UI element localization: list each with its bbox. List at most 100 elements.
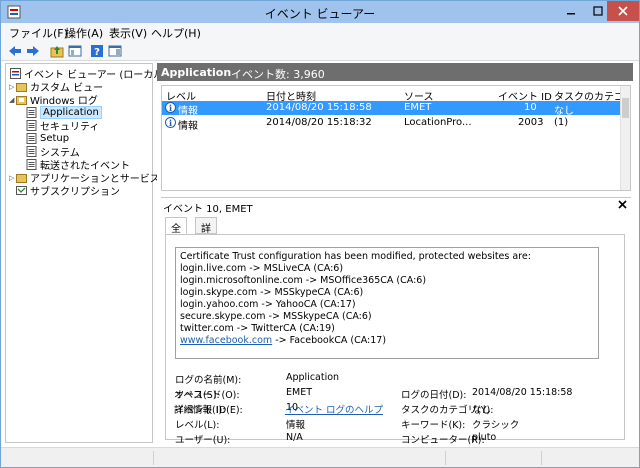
event-viewer-icon — [10, 68, 21, 79]
tab-general[interactable]: 全般 — [165, 217, 187, 250]
user-label: ユーザー(U): — [175, 435, 231, 446]
logged-label: ログの日付(D): — [401, 390, 467, 401]
back-button[interactable] — [7, 43, 23, 59]
log-name-value: Application — [286, 372, 340, 383]
up-folder-button[interactable] — [49, 43, 65, 59]
folder-icon — [16, 83, 27, 92]
event-list: レベル 日付と時刻 ソース イベント ID タスクのカテゴリ i 情報 2014… — [161, 85, 631, 191]
help-button[interactable]: ? — [89, 43, 105, 59]
maximize-icon — [592, 6, 603, 16]
close-icon — [618, 200, 627, 209]
status-bar — [1, 447, 639, 467]
forward-arrow-icon — [27, 46, 39, 56]
table-row[interactable]: i 情報 2014/08/20 15:18:32 LocationPro... … — [162, 116, 622, 132]
scrollbar-thumb[interactable] — [622, 98, 629, 118]
help-icon: ? — [91, 45, 103, 58]
log-icon — [26, 159, 37, 170]
close-detail-button[interactable] — [618, 198, 627, 212]
svg-text:i: i — [169, 118, 172, 128]
log-icon — [26, 120, 37, 131]
tree-log-label: セキュリティ — [40, 122, 100, 133]
tree-windows-logs[interactable]: ◢ Windows ログ — [9, 93, 98, 108]
level-value: 情報 — [286, 420, 306, 431]
message-line: secure.skype.com -> MSSkypeCA (CA:6) — [180, 311, 372, 322]
action-pane-icon — [108, 45, 122, 57]
row-task-category: なし — [554, 106, 574, 117]
user-value: N/A — [286, 432, 303, 443]
menu-file[interactable]: ファイル(F) — [9, 25, 68, 41]
title-bar[interactable]: イベント ビューアー — [1, 1, 639, 23]
row-level: 情報 — [178, 106, 198, 117]
svg-text:?: ? — [94, 47, 100, 58]
console-tree: イベント ビューアー (ローカル) ▷ カスタム ビュー ◢ Windows ロ… — [5, 63, 183, 443]
close-icon — [618, 6, 628, 16]
event-list-scrollbar[interactable] — [620, 86, 630, 190]
task-category-value: なし — [472, 405, 492, 416]
menu-help[interactable]: ヘルプ(H) — [151, 25, 201, 41]
message-line: Certificate Trust configuration has been… — [180, 251, 531, 262]
general-tab-panel: Certificate Trust configuration has been… — [165, 234, 625, 446]
log-icon — [26, 133, 37, 144]
forward-button[interactable] — [25, 43, 41, 59]
status-divider — [153, 451, 154, 465]
main-pane: Application イベント数: 3,960 レベル 日付と時刻 ソース イ… — [157, 63, 633, 446]
logged-value: 2014/08/20 15:18:58 — [472, 387, 573, 398]
message-line: login.yahoo.com -> YahooCA (CA:17) — [180, 299, 356, 310]
table-row[interactable]: i 情報 2014/08/20 15:18:58 EMET 10 なし — [162, 101, 622, 117]
expand-arrow-icon[interactable]: ▷ — [9, 83, 14, 91]
row-source: LocationPro... — [404, 117, 472, 128]
source-value: EMET — [286, 387, 313, 398]
folder-up-icon — [50, 46, 64, 58]
event-message-box[interactable]: Certificate Trust configuration has been… — [175, 247, 599, 359]
toolbar: ? — [1, 41, 639, 61]
folder-open-icon — [16, 96, 27, 105]
show-action-pane-button[interactable] — [107, 43, 123, 59]
message-line: login.live.com -> MSLiveCA (CA:6) — [180, 263, 344, 274]
subscription-icon — [16, 186, 27, 195]
event-detail-title: イベント 10, EMET — [163, 204, 253, 215]
log-icon — [26, 107, 37, 118]
info-icon: i — [165, 102, 176, 116]
menu-bar: ファイル(F) 操作(A) 表示(V) ヘルプ(H) — [1, 23, 639, 41]
menu-action[interactable]: 操作(A) — [65, 25, 103, 41]
row-task-category: (1) — [554, 117, 569, 128]
tree-windows-logs-label: Windows ログ — [30, 96, 98, 107]
message-line: twitter.com -> TwitterCA (CA:19) — [180, 323, 335, 334]
tree-log-security[interactable]: セキュリティ — [26, 119, 100, 133]
tree-log-label: Setup — [40, 133, 70, 144]
collapse-arrow-icon[interactable]: ◢ — [9, 96, 14, 104]
close-button[interactable] — [607, 1, 639, 21]
back-arrow-icon — [9, 46, 21, 56]
expand-arrow-icon[interactable]: ▷ — [9, 174, 14, 182]
status-divider — [541, 451, 542, 465]
tab-details[interactable]: 詳細 — [195, 217, 217, 250]
level-label: レベル(L): — [175, 420, 220, 431]
row-datetime: 2014/08/20 15:18:58 — [266, 102, 372, 113]
tree-subscriptions[interactable]: サブスクリプション — [16, 184, 120, 198]
event-log-help-link[interactable]: イベント ログのヘルプ — [285, 402, 383, 416]
opcode-label: オペコード(O): — [174, 390, 240, 401]
show-hide-tree-button[interactable] — [67, 43, 83, 59]
tree-subscriptions-label: サブスクリプション — [30, 187, 120, 198]
facebook-link[interactable]: www.facebook.com — [180, 335, 272, 346]
event-viewer-window: イベント ビューアー ファイル(F) 操作(A) 表示(V) ヘルプ(H) ? … — [0, 0, 640, 468]
console-tree-icon — [68, 45, 82, 57]
more-info-label: 詳細情報(I): — [174, 405, 226, 416]
folder-icon — [16, 174, 27, 183]
log-header: Application イベント数: 3,960 — [157, 63, 633, 81]
row-event-id: 10 — [524, 102, 537, 113]
minimize-button[interactable] — [557, 1, 584, 21]
svg-text:i: i — [169, 103, 172, 113]
window-title: イベント ビューアー — [264, 7, 376, 21]
row-datetime: 2014/08/20 15:18:32 — [266, 117, 372, 128]
minimize-icon — [566, 13, 575, 15]
row-source: EMET — [404, 102, 432, 113]
keywords-value: クラシック — [472, 420, 520, 431]
event-count: イベント数: 3,960 — [231, 68, 325, 81]
row-event-id: 2003 — [518, 117, 544, 128]
log-name-title: Application — [161, 66, 232, 79]
message-line: login.microsoftonline.com -> MSOffice365… — [180, 275, 427, 286]
log-icon — [26, 146, 37, 157]
info-icon: i — [165, 117, 176, 131]
menu-view[interactable]: 表示(V) — [109, 25, 147, 41]
